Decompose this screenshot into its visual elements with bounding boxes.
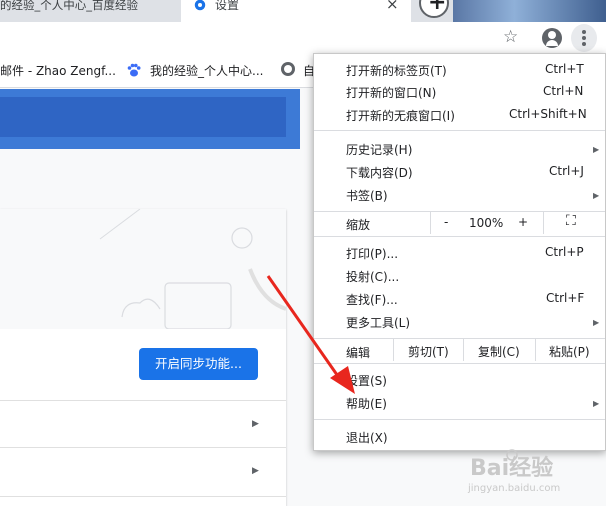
watermark-brand: Bai经验 [470, 455, 553, 481]
minus-icon: - [444, 215, 449, 229]
tab-title: 的经验_个人中心_百度经验 [0, 0, 138, 12]
menu-divider [314, 130, 605, 131]
copy-label: 复制(C) [478, 345, 520, 359]
menu-item-new-incognito-window[interactable]: 打开新的无痕窗口(I) [346, 107, 455, 124]
watermark-url: jingyan.baidu.com [467, 483, 560, 494]
menu-item-exit[interactable]: 退出(X) [346, 429, 388, 446]
divider [0, 496, 286, 497]
settings-row[interactable]: ▶ [0, 401, 286, 447]
menu-item-new-tab[interactable]: 打开新的标签页(T) [346, 62, 447, 79]
baidu-watermark: Bai经验 jingyan.baidu.com [467, 449, 560, 494]
turn-on-sync-button[interactable]: 开启同步功能... [139, 348, 258, 380]
tab-baidu-experience[interactable]: 的经验_个人中心_百度经验 [0, 0, 178, 22]
sync-illustration [0, 209, 286, 329]
account-icon[interactable] [542, 28, 562, 48]
close-icon[interactable]: × [386, 0, 399, 13]
paste-label: 粘贴(P) [549, 345, 590, 359]
paw-icon [127, 63, 141, 77]
submenu-arrow-icon: ▶ [593, 145, 600, 154]
zoom-row: 缩放 - 100% + ⛶ [314, 212, 605, 236]
cut-button[interactable]: 剪切(T) [393, 339, 463, 361]
kebab-dot-icon [582, 42, 586, 46]
kebab-dot-icon [582, 30, 586, 34]
titlebar-wallpaper [453, 0, 606, 22]
menu-item-downloads[interactable]: 下载内容(D) [346, 164, 413, 181]
shortcut-print: Ctrl+P [545, 245, 584, 259]
menu-divider [314, 236, 605, 237]
bookmark-mail[interactable]: 邮件 - Zhao Zengf... [0, 62, 116, 79]
shortcut-new-tab: Ctrl+T [545, 62, 584, 76]
cut-label: 剪切(T) [408, 345, 449, 359]
globe-icon [281, 62, 295, 76]
copy-button[interactable]: 复制(C) [463, 339, 535, 361]
settings-row[interactable]: ▶ [0, 448, 286, 496]
chevron-right-icon: ▶ [252, 419, 259, 429]
tab-settings[interactable]: 设置 × [181, 0, 411, 22]
menu-item-print[interactable]: 打印(P)... [346, 245, 398, 262]
zoom-level: 100% [469, 216, 504, 230]
shortcut-downloads: Ctrl+J [549, 164, 584, 178]
paste-button[interactable]: 粘贴(P) [535, 339, 606, 361]
zoom-in-button[interactable]: + [504, 212, 542, 234]
search-settings-input[interactable] [0, 97, 286, 137]
chevron-right-icon: ▶ [252, 466, 259, 476]
shortcut-new-window: Ctrl+N [543, 84, 584, 98]
plus-icon: + [518, 215, 529, 229]
menu-item-bookmarks[interactable]: 书签(B) [346, 187, 388, 204]
bookmark-baidu-experience[interactable]: 我的经验_个人中心... [150, 62, 263, 79]
submenu-arrow-icon: ▶ [593, 191, 600, 200]
shortcut-find: Ctrl+F [546, 291, 585, 305]
star-icon[interactable]: ☆ [503, 27, 518, 47]
plus-icon: + [428, 0, 447, 15]
submenu-arrow-icon: ▶ [593, 318, 600, 327]
zoom-label: 缩放 [346, 218, 371, 232]
menu-item-new-window[interactable]: 打开新的窗口(N) [346, 84, 436, 101]
menu-item-history[interactable]: 历史记录(H) [346, 141, 412, 158]
submenu-arrow-icon: ▶ [593, 399, 600, 408]
fullscreen-button[interactable]: ⛶ [543, 212, 606, 234]
kebab-dot-icon [582, 36, 586, 40]
menu-button[interactable] [571, 24, 597, 52]
annotation-arrow [266, 275, 355, 394]
tab-title: 设置 [215, 0, 240, 12]
fullscreen-icon: ⛶ [566, 213, 576, 229]
gear-icon [194, 0, 206, 11]
menu-divider [314, 419, 605, 420]
shortcut-incognito: Ctrl+Shift+N [509, 107, 587, 121]
